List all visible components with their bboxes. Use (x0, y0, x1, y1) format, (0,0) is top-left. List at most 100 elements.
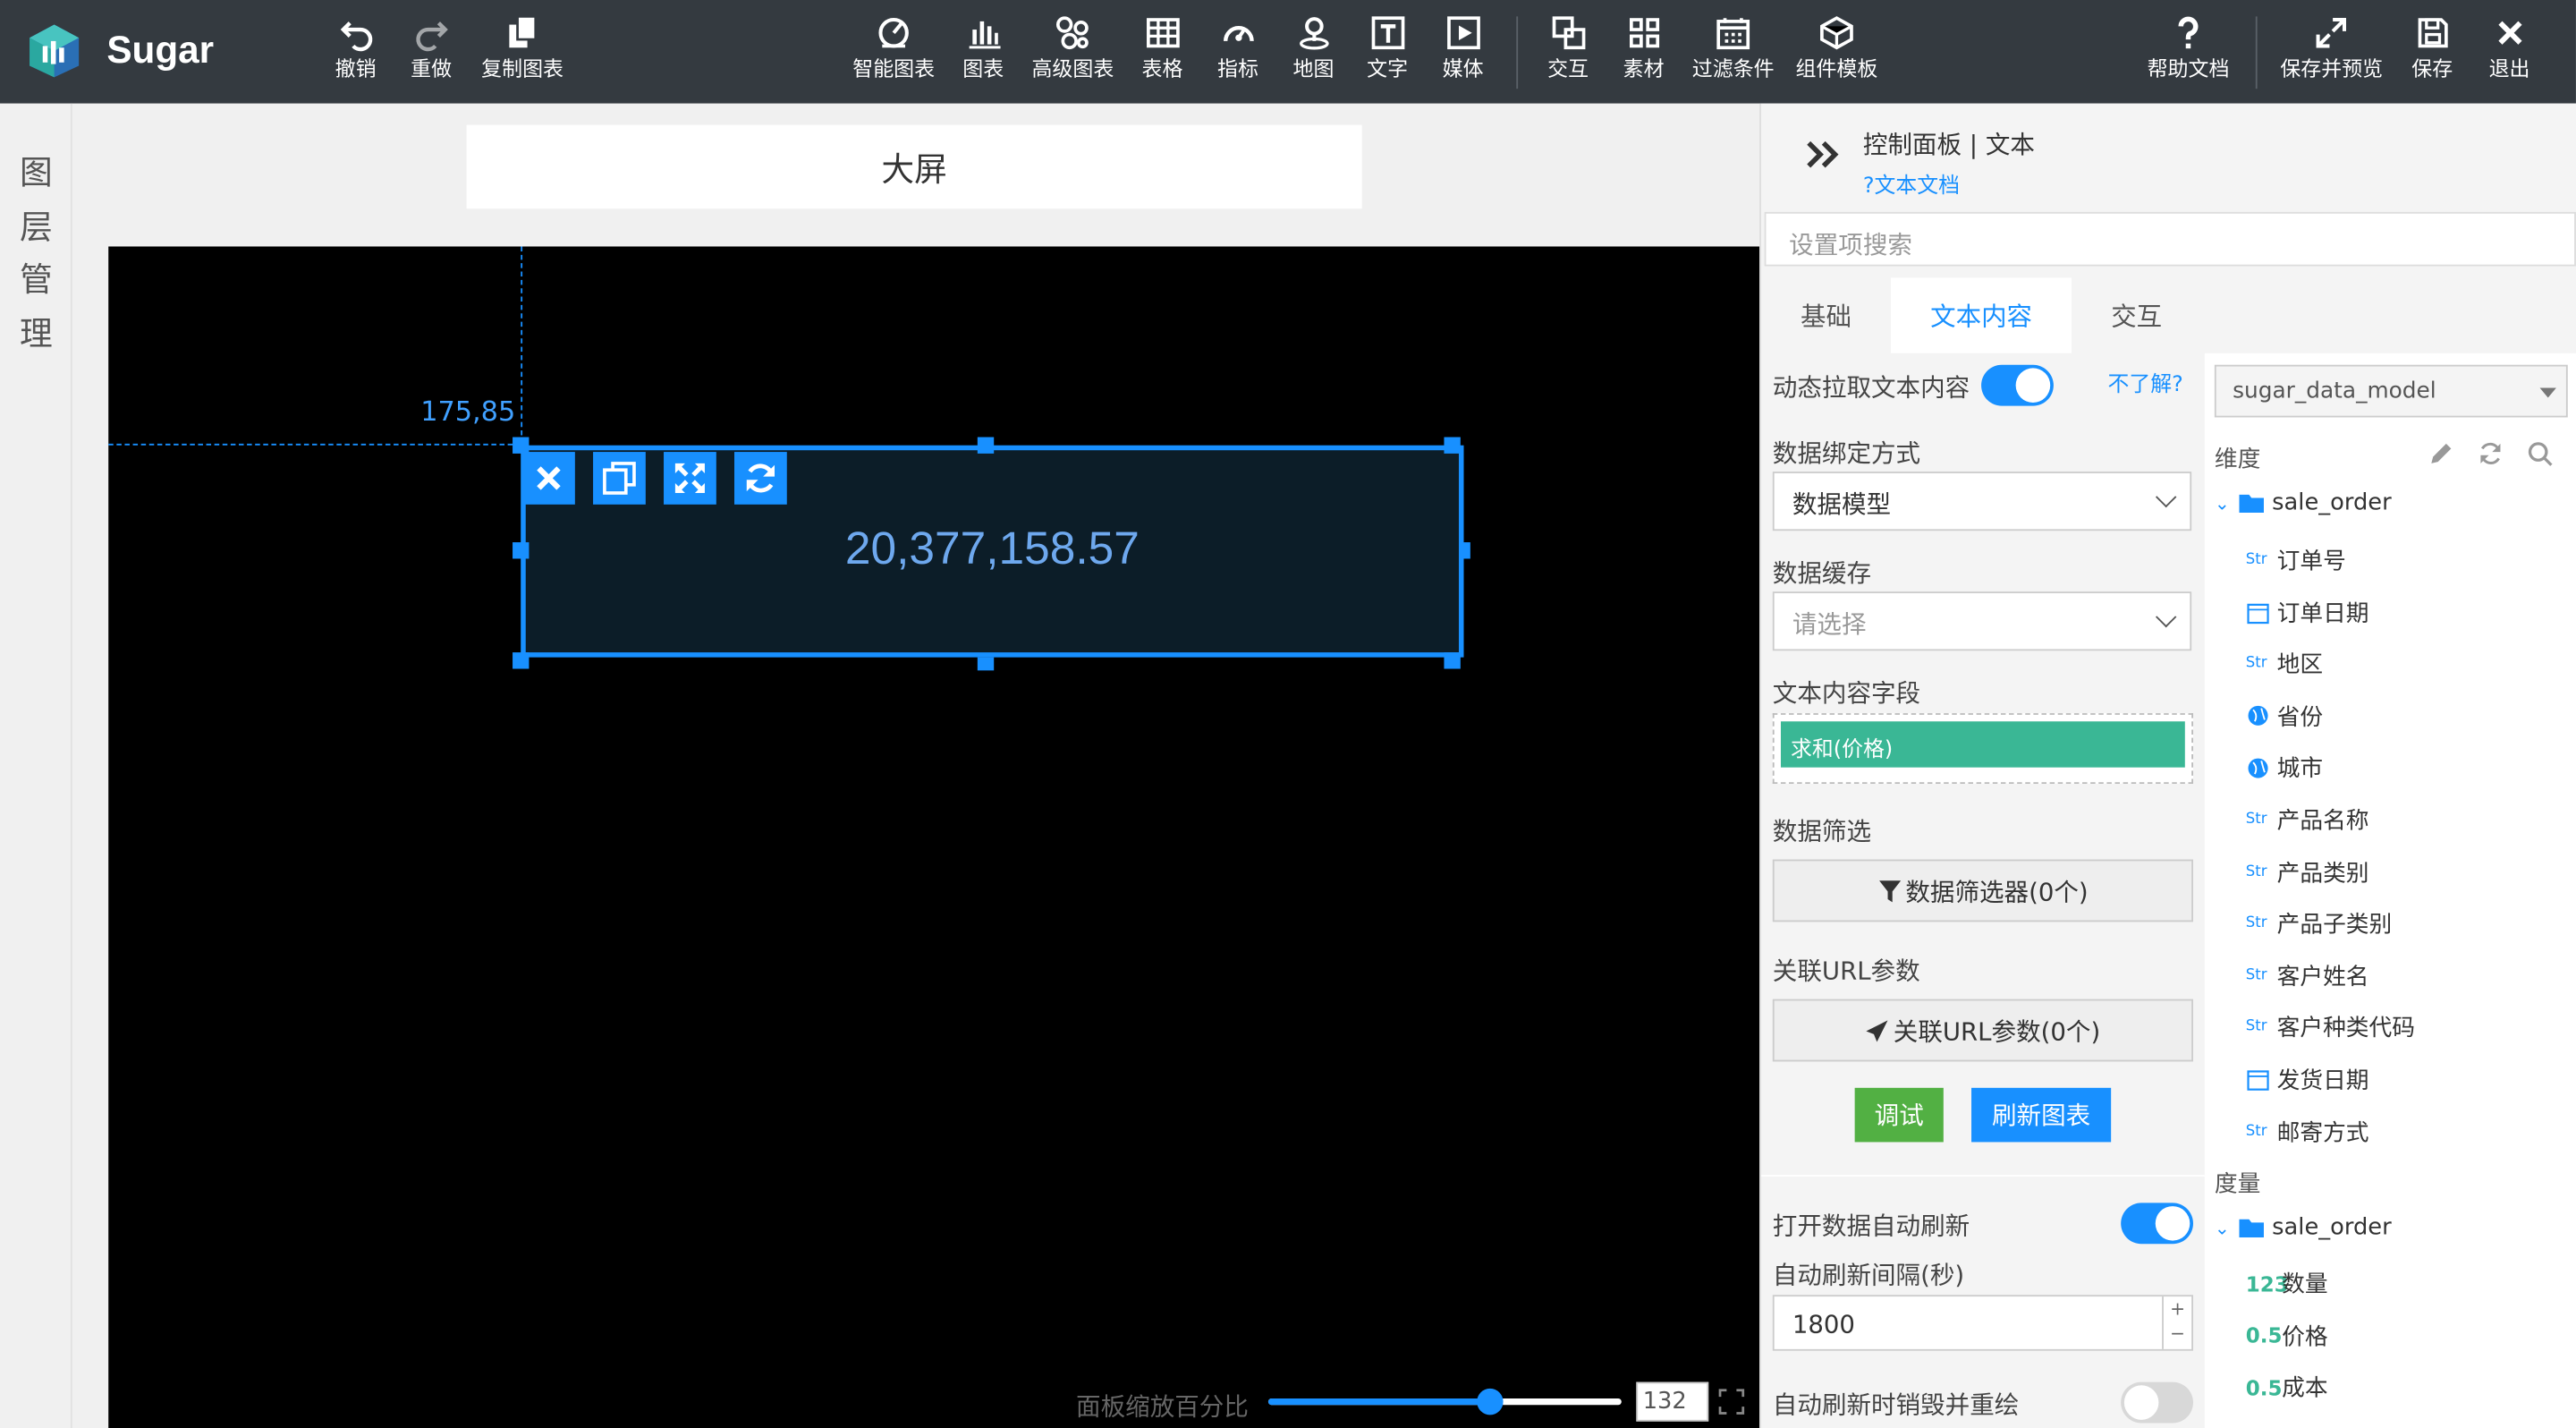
measure-field[interactable]: 123 数量 (2246, 1267, 2328, 1300)
measure-field[interactable]: 0.5 成本 (2246, 1371, 2328, 1404)
save-button[interactable]: 保存 (2411, 13, 2453, 96)
dimension-field[interactable]: 省份 (2246, 700, 2323, 733)
refresh-chart-button[interactable]: 刷新图表 (1971, 1087, 2112, 1143)
dynamic-content-toggle[interactable] (1981, 364, 2054, 406)
globe-icon (2248, 706, 2268, 727)
widget-refresh-button[interactable] (734, 452, 787, 505)
cube-icon (1820, 16, 1853, 50)
resize-handle[interactable] (1444, 437, 1461, 454)
string-type-icon: Str (2245, 1019, 2267, 1036)
table-icon (1146, 18, 1179, 48)
double-chevron-right-icon[interactable] (1804, 136, 1843, 172)
close-icon (2497, 21, 2521, 45)
redo-button[interactable]: 重做 (411, 13, 452, 96)
layer-tab-char: 管 (20, 259, 53, 300)
resize-handle[interactable] (977, 437, 995, 454)
dimension-field[interactable]: Str 订单号 (2246, 544, 2346, 577)
table-folder[interactable]: ⌄ sale_order (2215, 489, 2392, 515)
dashboard-title[interactable]: 大屏 (466, 124, 1362, 209)
text-content-settings: 动态拉取文本内容 不了解? 数据绑定方式 数据模型 数据缓存 请选择 文本内容字段 求和(价格… (1760, 353, 2205, 1428)
tab-text-content[interactable]: 文本内容 (1891, 277, 2072, 353)
map-button[interactable]: 地图 (1292, 13, 1334, 96)
chevron-down-icon (2156, 486, 2177, 508)
settings-search-input[interactable]: 设置项搜索 (1764, 211, 2576, 267)
edit-icon[interactable] (2428, 440, 2454, 466)
field-pill[interactable]: 求和(价格) (1780, 721, 2185, 768)
widget-delete-button[interactable] (522, 452, 575, 505)
destroy-redraw-toggle[interactable] (2121, 1381, 2193, 1424)
refresh-icon[interactable] (2478, 440, 2504, 466)
copy-chart-button[interactable]: 复制图表 (481, 13, 564, 96)
interaction-button[interactable]: 交互 (1547, 13, 1589, 96)
url-param-button[interactable]: 关联URL参数(0个) (1772, 999, 2193, 1062)
table-button[interactable]: 表格 (1142, 13, 1182, 96)
advanced-chart-button[interactable]: 高级图表 (1031, 13, 1114, 96)
resize-handle[interactable] (1444, 652, 1461, 669)
media-button[interactable]: 媒体 (1443, 13, 1484, 96)
cache-select[interactable]: 请选择 (1772, 591, 2192, 651)
dimension-field[interactable]: Str 邮寄方式 (2246, 1115, 2369, 1148)
dimension-field[interactable]: 城市 (2246, 752, 2323, 785)
search-icon[interactable] (2527, 440, 2553, 466)
question-icon (2178, 16, 2199, 49)
chart-button[interactable]: 图表 (962, 13, 1004, 96)
field-name: 客户种类代码 (2276, 1016, 2415, 1043)
debug-button[interactable]: 调试 (1854, 1087, 1944, 1143)
widget-fullscreen-button[interactable] (664, 452, 716, 505)
tab-interaction[interactable]: 交互 (2072, 277, 2201, 353)
resize-handle[interactable] (513, 542, 530, 559)
help-doc-button[interactable]: 帮助文档 (2148, 13, 2229, 96)
widget-copy-button[interactable] (593, 452, 646, 505)
measure-field[interactable]: 0.5 价格 (2246, 1319, 2328, 1352)
zoom-input[interactable]: 132 (1636, 1381, 1709, 1422)
toggle-knob (2015, 368, 2051, 403)
layer-management-tab[interactable]: 图 层 管 理 (0, 103, 72, 1428)
string-type-icon: Str (2245, 967, 2267, 984)
material-button[interactable]: 素材 (1623, 13, 1665, 96)
string-type-icon: Str (2245, 863, 2267, 880)
undo-button[interactable]: 撤销 (335, 13, 377, 96)
auto-refresh-toggle[interactable] (2121, 1203, 2193, 1245)
string-type-icon: Str (2245, 1123, 2267, 1140)
text-doc-link[interactable]: ?文本文档 (1863, 167, 1960, 200)
save-preview-button[interactable]: 保存并预览 (2280, 13, 2383, 96)
exit-button[interactable]: 退出 (2489, 13, 2530, 96)
panel-tabs: 基础 文本内容 交互 (1761, 277, 2205, 353)
dimension-field[interactable]: Str 客户姓名 (2246, 959, 2369, 992)
resize-handle[interactable] (513, 437, 530, 454)
guide-line-horizontal (108, 443, 521, 446)
refresh-interval-input[interactable]: 1800 + − (1772, 1295, 2193, 1351)
table-folder[interactable]: ⌄ sale_order (2215, 1214, 2392, 1240)
component-template-button[interactable]: 组件模板 (1796, 13, 1877, 96)
dimension-field[interactable]: 发货日期 (2246, 1063, 2369, 1096)
dimension-field[interactable]: Str 产品类别 (2246, 855, 2369, 888)
zoom-slider[interactable] (1267, 1388, 1622, 1415)
filter-condition-button[interactable]: 过滤条件 (1692, 13, 1775, 96)
resize-handle[interactable] (977, 657, 995, 671)
resize-handle[interactable] (1460, 542, 1470, 559)
dimension-field[interactable]: Str 产品子类别 (2246, 907, 2392, 940)
text-button[interactable]: 文字 (1367, 13, 1408, 96)
dimension-field[interactable]: 订单日期 (2246, 596, 2369, 629)
expand-icon (2317, 18, 2347, 48)
data-filter-button[interactable]: 数据筛选器(0个) (1772, 859, 2193, 922)
resize-handle[interactable] (513, 652, 530, 669)
measure-type-icon: 123 (2245, 1271, 2289, 1296)
measure-type-icon: 0.5 (2245, 1322, 2283, 1348)
zoom-slider-knob[interactable] (1477, 1388, 1504, 1415)
tab-basic[interactable]: 基础 (1761, 277, 1891, 353)
field-name: 产品名称 (2276, 808, 2369, 835)
screen-canvas[interactable]: 175,85 20,377,158.57 (108, 246, 1760, 1428)
dimension-field[interactable]: Str 地区 (2246, 648, 2323, 681)
dimension-field[interactable]: Str 产品名称 (2246, 803, 2369, 837)
number-stepper[interactable]: + − (2162, 1296, 2191, 1349)
smart-chart-button[interactable]: 智能图表 (852, 13, 935, 96)
data-model-select[interactable]: sugar_data_model (2214, 364, 2568, 418)
dimension-field[interactable]: Str 客户种类代码 (2246, 1011, 2415, 1044)
indicator-button[interactable]: 指标 (1217, 13, 1258, 96)
field-dropzone[interactable]: 求和(价格) (1772, 713, 2193, 785)
text-widget[interactable]: 20,377,158.57 (521, 445, 1464, 658)
help-link[interactable]: 不了解? (2107, 367, 2182, 398)
binding-select[interactable]: 数据模型 (1772, 472, 2192, 531)
fullscreen-icon[interactable] (1718, 1389, 1745, 1415)
